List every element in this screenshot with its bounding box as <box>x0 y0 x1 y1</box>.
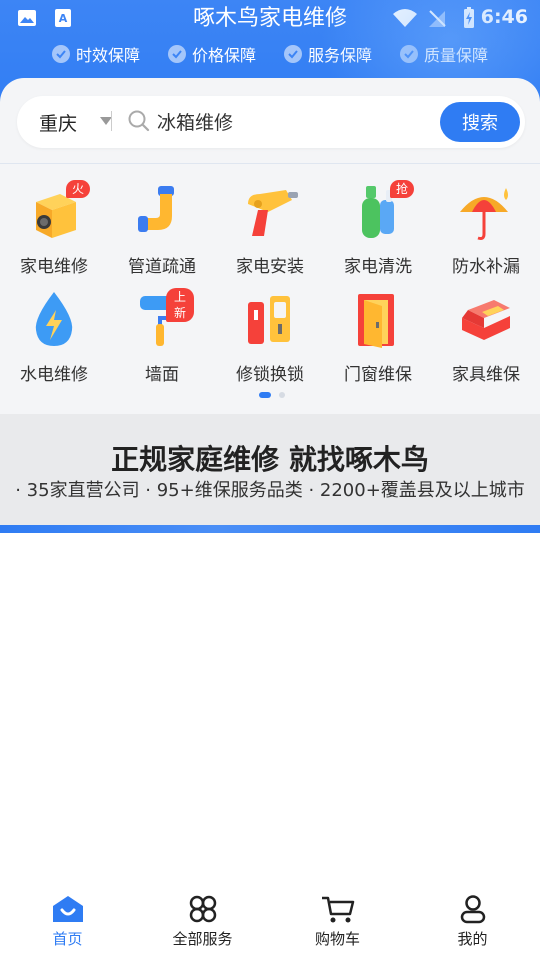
category-label: 墙面 <box>145 365 179 385</box>
washing-machine-icon: 火 <box>22 180 91 244</box>
check-icon <box>51 45 70 63</box>
page-dot <box>279 392 285 398</box>
category-label: 家具维保 <box>452 365 520 385</box>
banner-title: 正规家庭维修 就找啄木鸟 <box>111 443 429 476</box>
guarantee-label: 时效保障 <box>75 46 140 65</box>
search-input[interactable]: 冰箱维修 <box>157 108 233 135</box>
category-plumbing-electric[interactable]: 水电维修 <box>0 288 108 385</box>
page-indicator <box>259 392 285 398</box>
guarantee-item: 时效保障 <box>51 42 140 66</box>
nav-label: 全部服务 <box>172 930 233 948</box>
category-lock-replacement[interactable]: 修锁换锁 <box>216 288 324 385</box>
category-appliance-install[interactable]: 家电安装 <box>216 180 324 277</box>
profile-icon <box>460 895 485 924</box>
category-label: 家电安装 <box>236 257 304 277</box>
category-label: 水电维修 <box>20 365 88 385</box>
guarantee-item: 质量保障 <box>400 42 488 66</box>
nav-all-services[interactable]: 全部服务 <box>135 888 270 960</box>
search-bar: 重庆 冰箱维修 搜索 <box>17 96 525 148</box>
category-label: 修锁换锁 <box>236 365 304 385</box>
grid-icon <box>189 895 216 923</box>
city-selector[interactable]: 重庆 <box>39 109 77 136</box>
nav-label: 首页 <box>52 930 83 948</box>
category-grid: 火 家电维修 管道疏通 家电安装 抢 家电清洗 防水补漏 水电维修 上新 墙面 … <box>0 164 540 414</box>
category-appliance-cleaning[interactable]: 抢 家电清洗 <box>324 180 432 277</box>
status-bar: A 啄木鸟家电维修 6:46 <box>0 0 540 36</box>
guarantee-item: 价格保障 <box>167 42 256 66</box>
promo-banner[interactable]: 正规家庭维修 就找啄木鸟 · 35家直营公司 · 95+维保服务品类 · 220… <box>0 414 540 532</box>
wifi-icon <box>393 9 417 27</box>
new-badge: 上新 <box>166 288 194 322</box>
check-icon <box>400 45 419 63</box>
category-wall[interactable]: 上新 墙面 <box>108 288 216 385</box>
guarantee-bar: 时效保障 价格保障 服务保障 质量保障 <box>0 42 540 66</box>
category-label: 管道疏通 <box>128 257 196 277</box>
nav-home[interactable]: 首页 <box>0 888 135 960</box>
category-furniture[interactable]: 家具维保 <box>432 288 540 385</box>
check-icon <box>167 45 186 63</box>
paint-roller-icon: 上新 <box>130 288 194 352</box>
umbrella-icon <box>454 180 518 244</box>
category-waterproofing[interactable]: 防水补漏 <box>432 180 540 277</box>
bottom-nav: 首页 全部服务 购物车 我的 <box>0 888 540 960</box>
page-dot-active <box>259 392 271 398</box>
search-icon <box>128 110 150 132</box>
category-pipe-clearing[interactable]: 管道疏通 <box>108 180 216 277</box>
guarantee-label: 质量保障 <box>424 46 489 65</box>
category-door-window[interactable]: 门窗维保 <box>324 288 432 385</box>
sofa-icon <box>454 288 518 352</box>
category-appliance-repair[interactable]: 火 家电维修 <box>0 180 108 277</box>
category-label: 防水补漏 <box>452 257 520 277</box>
door-lock-icon <box>238 288 302 352</box>
cart-icon <box>321 896 354 923</box>
pipe-icon <box>130 180 194 244</box>
nav-label: 购物车 <box>314 930 360 948</box>
hot-badge: 火 <box>66 180 91 198</box>
guarantee-item: 服务保障 <box>284 42 372 66</box>
app-title: 啄木鸟家电维修 <box>192 6 347 31</box>
nav-label: 我的 <box>457 930 488 948</box>
search-button[interactable]: 搜索 <box>440 102 520 142</box>
nav-cart[interactable]: 购物车 <box>270 888 405 960</box>
guarantee-label: 价格保障 <box>191 46 256 65</box>
guarantee-label: 服务保障 <box>308 46 373 65</box>
banner-subtitle: · 35家直营公司 · 95+维保服务品类 · 2200+覆盖县及以上城市 <box>15 480 525 501</box>
banner-strip <box>0 525 540 533</box>
battery-charging-icon <box>464 7 474 28</box>
category-label: 门窗维保 <box>344 365 412 385</box>
hot-badge: 抢 <box>390 180 415 198</box>
no-signal-icon <box>429 10 446 27</box>
water-lightning-icon <box>22 288 86 352</box>
category-label: 家电维修 <box>20 257 88 277</box>
drill-icon <box>238 180 302 244</box>
home-icon <box>52 896 83 922</box>
check-icon <box>284 45 302 63</box>
door-icon <box>346 288 410 352</box>
clock: 6:46 <box>480 6 528 28</box>
category-label: 家电清洗 <box>344 257 412 277</box>
spray-bottle-icon: 抢 <box>346 180 415 244</box>
nav-profile[interactable]: 我的 <box>405 888 540 960</box>
divider <box>111 111 112 131</box>
